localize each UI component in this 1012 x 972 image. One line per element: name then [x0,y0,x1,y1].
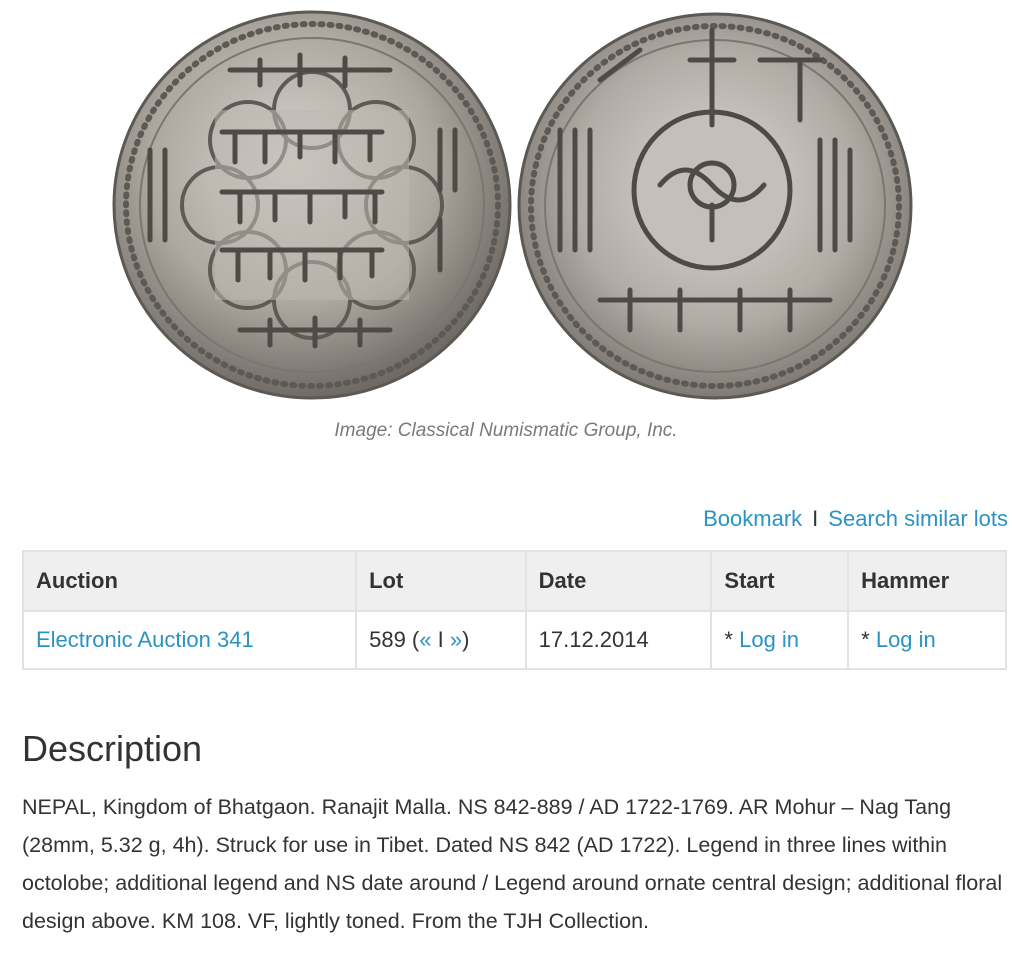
hammer-prefix: * [861,627,870,652]
coin-obverse-icon [112,10,512,400]
header-start: Start [710,550,850,612]
lot-actions: Bookmark I Search similar lots [703,506,1008,532]
auction-link[interactable]: Electronic Auction 341 [36,627,254,652]
table-header-row: Auction Lot Date Start Hammer [21,550,1007,612]
cell-date: 17.12.2014 [524,610,713,670]
action-separator: I [812,506,819,531]
image-caption: Image: Classical Numismatic Group, Inc. [334,420,678,441]
cell-lot: 589 (« I ») [355,610,527,670]
cell-auction: Electronic Auction 341 [21,610,358,670]
cell-start: * Log in [710,610,850,670]
search-similar-lots-link[interactable]: Search similar lots [828,506,1008,531]
coin-image[interactable] [0,0,1012,410]
lot-table: Auction Lot Date Start Hammer Electronic… [21,550,1007,670]
header-date: Date [524,550,713,612]
next-lot-link[interactable]: » [450,627,462,652]
description-heading: Description [22,728,203,769]
previous-lot-link[interactable]: « [419,627,431,652]
start-login-link[interactable]: Log in [739,627,799,652]
header-auction: Auction [21,550,358,612]
lot-nav-separator: I [437,627,444,652]
table-row: Electronic Auction 341 589 (« I ») 17.12… [21,610,1007,670]
lot-number: 589 [369,627,406,652]
bookmark-link[interactable]: Bookmark [703,506,802,531]
coin-reverse-icon [517,12,913,400]
hammer-login-link[interactable]: Log in [876,627,936,652]
description-text: NEPAL, Kingdom of Bhatgaon. Ranajit Mall… [22,795,1003,933]
header-lot: Lot [355,550,527,612]
start-prefix: * [724,627,733,652]
cell-hammer: * Log in [847,610,1007,670]
header-hammer: Hammer [847,550,1007,612]
